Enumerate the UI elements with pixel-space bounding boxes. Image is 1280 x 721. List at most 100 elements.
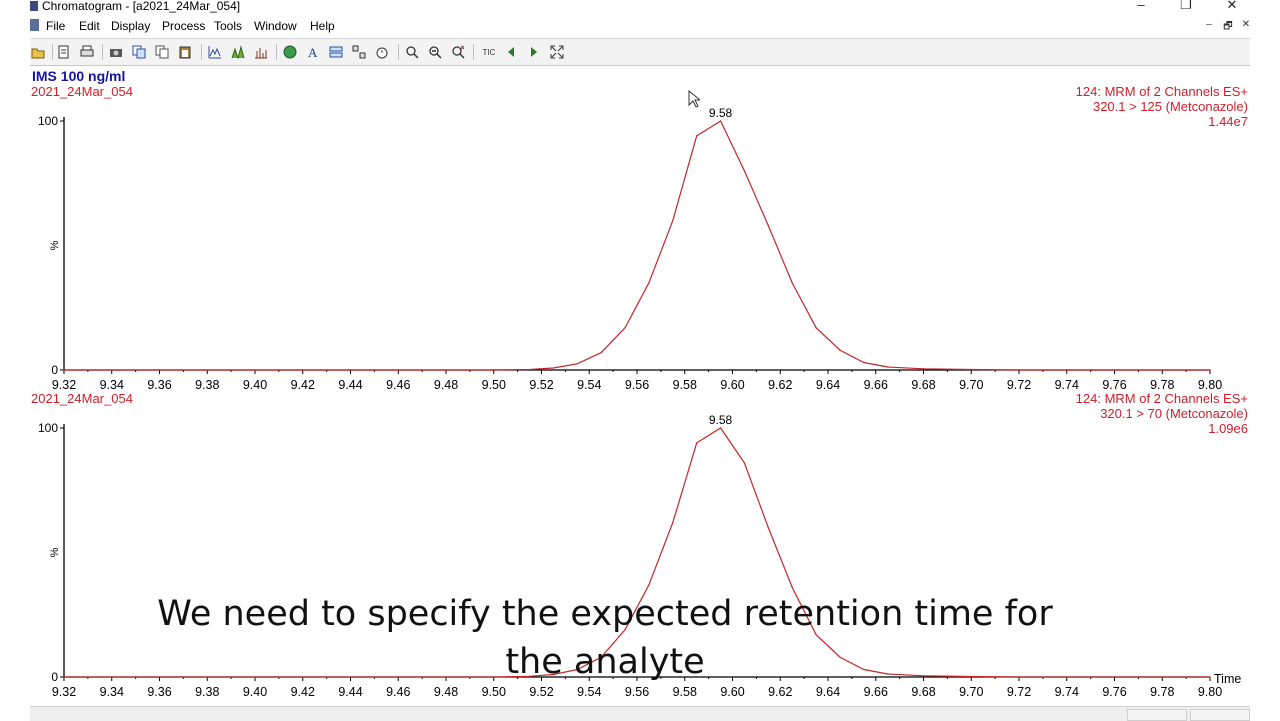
menu-process[interactable]: Process <box>162 19 205 33</box>
data-point <box>1209 676 1211 678</box>
data-point <box>63 676 65 678</box>
arrow-left-icon[interactable] <box>503 44 519 60</box>
peak-label: 9.58 <box>709 106 733 120</box>
x-tick-label: 9.68 <box>911 685 935 699</box>
channel-label: 124: MRM of 2 Channels ES+ <box>1076 84 1248 99</box>
data-point <box>743 462 746 464</box>
data-point <box>887 366 889 368</box>
x-tick-label: 9.44 <box>338 378 362 392</box>
paste-icon[interactable] <box>177 44 193 60</box>
mdi-minimize-button[interactable]: – <box>1202 19 1216 30</box>
x-tick-label: 9.64 <box>816 378 840 392</box>
x-tick-label: 9.72 <box>1007 685 1031 699</box>
x-tick-label: 9.76 <box>1102 685 1126 699</box>
data-point <box>672 220 674 222</box>
x-tick-label: 9.58 <box>673 685 697 699</box>
x-tick-label: 9.46 <box>386 378 410 392</box>
print-preview-icon[interactable] <box>56 44 72 60</box>
camera-icon[interactable] <box>108 44 124 60</box>
y-tick-label: 100 <box>38 421 58 435</box>
tile-icon[interactable] <box>351 44 367 60</box>
data-point <box>1018 369 1020 371</box>
x-tick-label: 9.60 <box>720 685 744 699</box>
menu-edit[interactable]: Edit <box>79 19 100 33</box>
title-bar: Chromatogram - [a2021_24Mar_054] – ❐ ✕ <box>0 0 1280 14</box>
x-tick-label: 9.56 <box>625 685 649 699</box>
data-point <box>576 363 578 365</box>
x-tick-label: 9.36 <box>147 378 171 392</box>
x-tick-label: 9.74 <box>1055 685 1079 699</box>
x-tick-label: 9.70 <box>959 378 983 392</box>
zoom-out-icon[interactable] <box>427 44 443 60</box>
zoom-reset-icon[interactable] <box>450 44 466 60</box>
chromatogram-panel-1[interactable]: 2021_24Mar_054 124: MRM of 2 Channels ES+… <box>31 84 1248 392</box>
toolbar: A TIC <box>30 38 1250 66</box>
x-tick-label: 9.34 <box>100 685 124 699</box>
tic-button[interactable]: TIC <box>479 44 499 60</box>
x-tick-label: 9.42 <box>291 378 315 392</box>
status-bar <box>30 706 1250 721</box>
x-tick-label: 9.42 <box>291 685 315 699</box>
restore-button[interactable]: ❐ <box>1176 0 1196 11</box>
peaks-icon[interactable] <box>230 44 246 60</box>
mdi-restore-button[interactable]: 🗗 <box>1221 19 1235 36</box>
caption-line-1: We need to specify the expected retentio… <box>157 594 1053 634</box>
spectrum-icon[interactable] <box>253 44 269 60</box>
copy-icon[interactable] <box>131 44 147 60</box>
x-tick-label: 9.48 <box>434 685 458 699</box>
x-tick-label: 9.40 <box>243 378 267 392</box>
y-axis-percent-label: % <box>49 240 61 250</box>
chromatogram-icon[interactable] <box>207 44 223 60</box>
zoom-in-icon[interactable] <box>404 44 420 60</box>
print-icon[interactable] <box>79 44 95 60</box>
x-tick-label: 9.58 <box>673 378 697 392</box>
close-button[interactable]: ✕ <box>1222 0 1242 11</box>
chromatogram-trace[interactable] <box>64 120 1210 371</box>
data-point <box>863 361 865 364</box>
transition-label: 320.1 > 70 (Metconazole) <box>1100 406 1248 421</box>
x-tick-label: 9.64 <box>816 685 840 699</box>
data-point <box>552 367 555 369</box>
timer-icon[interactable] <box>374 44 390 60</box>
data-point <box>696 442 698 444</box>
channel-label: 124: MRM of 2 Channels ES+ <box>1076 391 1248 406</box>
x-tick-label: 9.36 <box>147 685 171 699</box>
x-tick-label: 9.50 <box>482 685 506 699</box>
y-axis-percent-label: % <box>49 547 61 557</box>
x-tick-label: 9.60 <box>720 378 744 392</box>
data-point <box>719 427 722 429</box>
y-tick-label: 100 <box>38 114 58 128</box>
copy-list-icon[interactable] <box>154 44 170 60</box>
text-tool-icon[interactable]: A <box>305 44 321 60</box>
menu-help[interactable]: Help <box>310 19 335 33</box>
data-point <box>743 170 746 172</box>
menu-tools[interactable]: Tools <box>214 19 242 33</box>
minimize-button[interactable]: – <box>1131 0 1151 11</box>
video-caption: We need to specify the expected retentio… <box>120 590 1090 686</box>
menu-file[interactable]: File <box>46 19 65 33</box>
globe-icon[interactable] <box>282 44 298 60</box>
arrow-right-icon[interactable] <box>526 44 542 60</box>
x-tick-label: 9.76 <box>1102 378 1126 392</box>
x-tick-label: 9.46 <box>386 685 410 699</box>
data-point <box>696 135 698 137</box>
layout-icon[interactable] <box>328 44 344 60</box>
mdi-close-button[interactable]: ✕ <box>1239 19 1253 30</box>
menu-display[interactable]: Display <box>111 19 150 33</box>
app-icon <box>30 1 38 11</box>
data-point <box>767 224 769 227</box>
x-tick-label: 9.52 <box>529 378 553 392</box>
menu-window[interactable]: Window <box>254 19 297 33</box>
data-point <box>1209 369 1211 371</box>
x-tick-label: 9.34 <box>100 378 124 392</box>
x-tick-label: 9.78 <box>1150 685 1174 699</box>
fit-to-window-icon[interactable] <box>549 44 565 60</box>
intensity-label: 1.09e6 <box>1208 421 1248 436</box>
x-tick-label: 9.56 <box>625 378 649 392</box>
document-icon[interactable] <box>30 19 39 31</box>
open-icon[interactable] <box>30 44 46 60</box>
data-point <box>970 368 972 371</box>
data-point <box>791 282 793 284</box>
status-pane <box>1127 709 1187 721</box>
transition-label: 320.1 > 125 (Metconazole) <box>1093 99 1248 114</box>
